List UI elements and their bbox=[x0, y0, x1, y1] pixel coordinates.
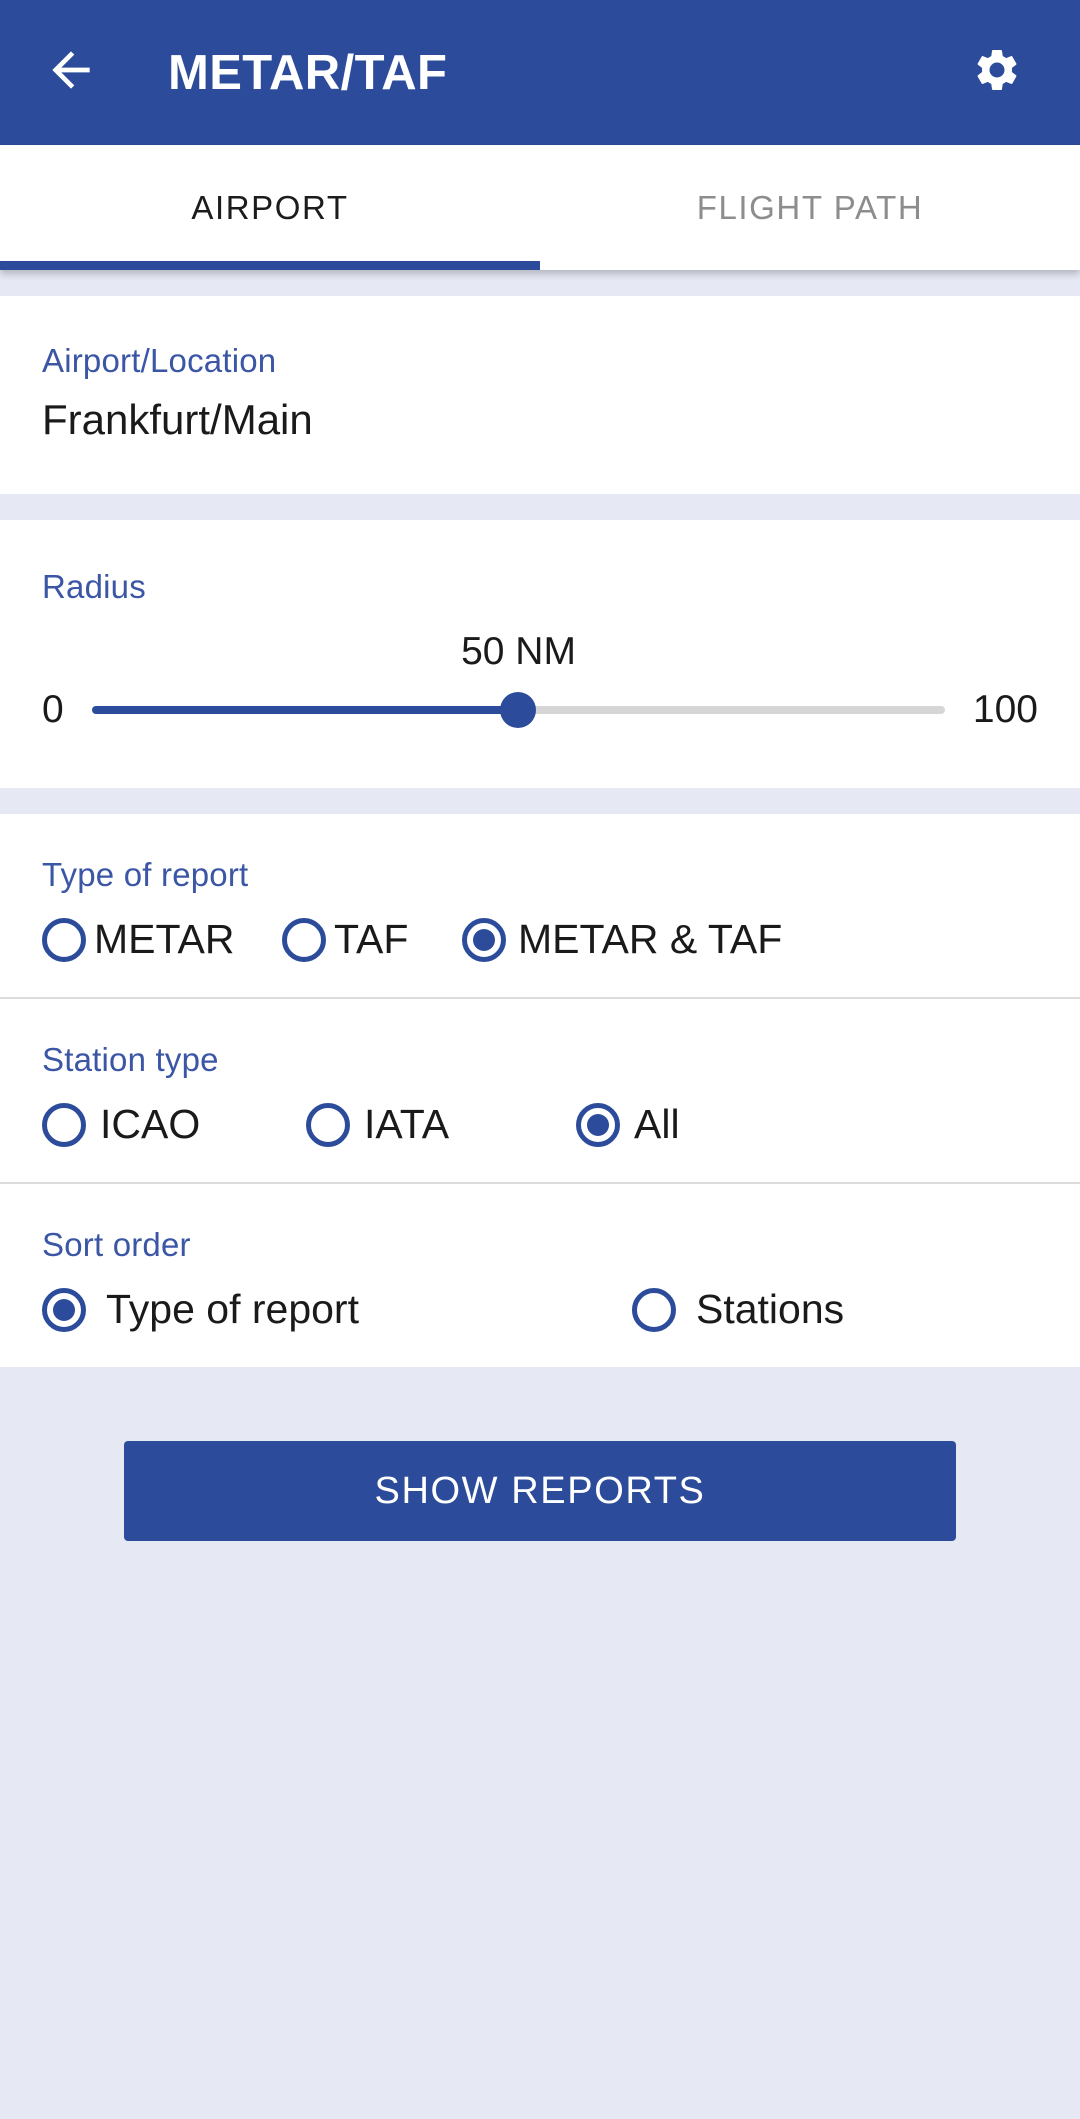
radio-label-sort-stations: Stations bbox=[696, 1286, 845, 1332]
action-area: SHOW REPORTS bbox=[0, 1367, 1080, 1541]
radius-min-label: 0 bbox=[42, 688, 64, 731]
station-type-group: Station type ICAO IATA All bbox=[0, 999, 1080, 1182]
radio-circle-icon bbox=[282, 917, 326, 962]
radius-label: Radius bbox=[42, 568, 146, 605]
arrow-left-icon bbox=[43, 42, 99, 103]
sort-order-options: Type of report Stations bbox=[42, 1286, 1038, 1333]
radio-option-iata[interactable]: IATA bbox=[306, 1101, 576, 1148]
radio-circle-checked-icon bbox=[462, 917, 506, 962]
tab-active-indicator bbox=[0, 261, 540, 270]
radius-slider-row: 0 100 bbox=[42, 688, 1038, 732]
radio-option-sort-type-of-report[interactable]: Type of report bbox=[42, 1286, 632, 1333]
back-button[interactable] bbox=[34, 36, 108, 110]
page-title: METAR/TAF bbox=[168, 45, 448, 100]
radio-circle-icon bbox=[306, 1102, 350, 1147]
radius-slider[interactable]: 50 NM 0 100 bbox=[42, 630, 1038, 740]
radio-label-taf: TAF bbox=[334, 916, 409, 962]
radio-circle-icon bbox=[632, 1287, 676, 1332]
radio-circle-checked-icon bbox=[576, 1102, 620, 1147]
airport-location-label: Airport/Location bbox=[42, 342, 277, 379]
section-gap bbox=[0, 494, 1080, 520]
station-type-label: Station type bbox=[42, 1041, 219, 1078]
show-reports-button[interactable]: SHOW REPORTS bbox=[124, 1441, 956, 1541]
section-gap bbox=[0, 270, 1080, 296]
report-type-label: Type of report bbox=[42, 856, 249, 893]
app-bar: METAR/TAF bbox=[0, 0, 1080, 145]
radius-slider-track[interactable] bbox=[91, 692, 945, 728]
gear-icon bbox=[972, 45, 1022, 100]
radio-circle-checked-icon bbox=[42, 1287, 86, 1332]
tab-flight-path[interactable]: FLIGHT PATH bbox=[540, 145, 1080, 270]
radio-option-sort-stations[interactable]: Stations bbox=[632, 1286, 844, 1333]
radius-slider-thumb[interactable] bbox=[500, 692, 537, 728]
airport-location-value[interactable]: Frankfurt/Main bbox=[42, 396, 1038, 444]
radio-label-metar-and-taf: METAR & TAF bbox=[518, 916, 783, 962]
radio-option-metar-and-taf[interactable]: METAR & TAF bbox=[462, 916, 782, 963]
radio-option-icao[interactable]: ICAO bbox=[42, 1101, 306, 1148]
report-type-options: METAR TAF METAR & TAF bbox=[42, 916, 1038, 963]
radio-circle-icon bbox=[42, 917, 86, 962]
radio-option-all[interactable]: All bbox=[576, 1101, 680, 1148]
tab-bar: AIRPORT FLIGHT PATH bbox=[0, 145, 1080, 270]
app-screen: METAR/TAF AIRPORT FLIGHT PATH Airport/Lo… bbox=[0, 0, 1080, 2119]
radius-max-label: 100 bbox=[972, 688, 1038, 731]
tab-airport-label: AIRPORT bbox=[191, 188, 349, 226]
radio-label-icao: ICAO bbox=[100, 1101, 201, 1147]
radius-value-label: 50 NM bbox=[461, 630, 576, 673]
radio-option-taf[interactable]: TAF bbox=[282, 916, 462, 963]
radio-option-metar[interactable]: METAR bbox=[42, 916, 282, 963]
section-gap bbox=[0, 788, 1080, 814]
station-type-options: ICAO IATA All bbox=[42, 1101, 1038, 1148]
settings-button[interactable] bbox=[960, 36, 1034, 110]
radio-circle-icon bbox=[42, 1102, 86, 1147]
radius-card: Radius 50 NM 0 100 bbox=[0, 520, 1080, 788]
content-area: Airport/Location Frankfurt/Main Radius 5… bbox=[0, 270, 1080, 1541]
radio-label-metar: METAR bbox=[94, 916, 235, 962]
tab-airport[interactable]: AIRPORT bbox=[0, 145, 540, 270]
airport-location-card[interactable]: Airport/Location Frankfurt/Main bbox=[0, 296, 1080, 494]
sort-order-group: Sort order Type of report Stations bbox=[0, 1184, 1080, 1367]
radius-slider-fill bbox=[91, 706, 519, 714]
report-type-group: Type of report METAR TAF METAR & TAF bbox=[0, 814, 1080, 997]
radio-label-sort-type-of-report: Type of report bbox=[106, 1286, 359, 1332]
radio-label-iata: IATA bbox=[364, 1101, 450, 1147]
tab-flight-path-label: FLIGHT PATH bbox=[696, 188, 924, 226]
radio-label-all: All bbox=[634, 1101, 680, 1147]
sort-order-label: Sort order bbox=[42, 1226, 191, 1263]
